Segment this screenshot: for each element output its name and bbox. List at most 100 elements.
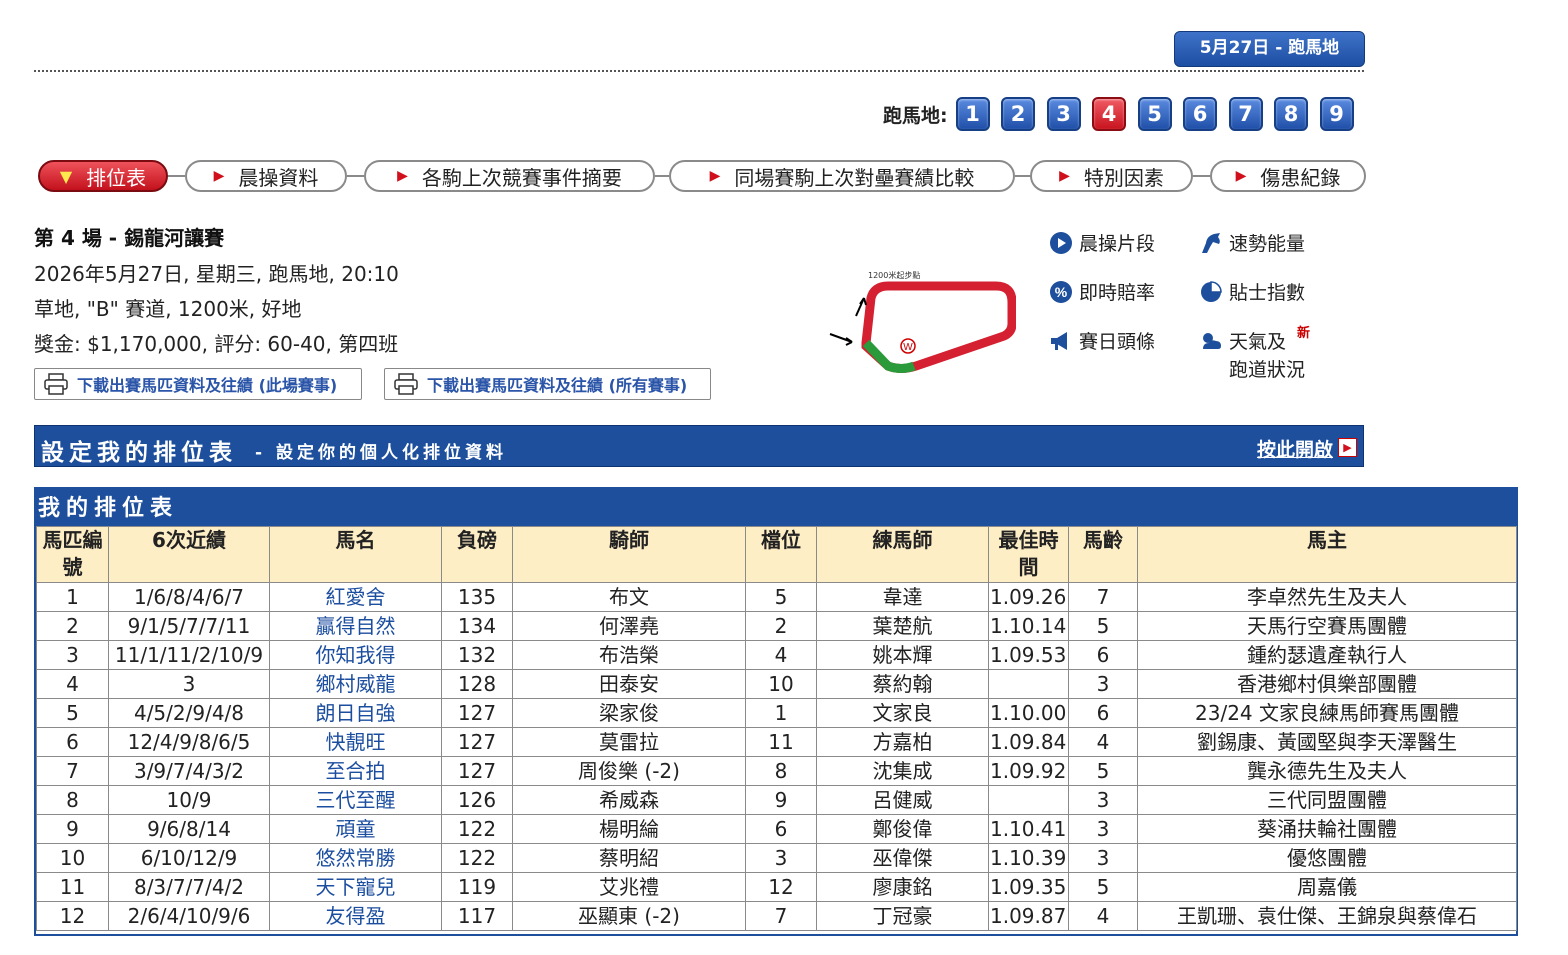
race-button-5[interactable]: 5	[1137, 97, 1172, 131]
cell-last-6-runs: 1/6/8/4/6/7	[108, 582, 270, 612]
cell-horse-no: 2	[36, 611, 109, 641]
race-selector: 跑馬地: 1 2 3 4 5 6 7 8 9	[883, 95, 1365, 133]
cell-last-6-runs: 9/1/5/7/7/11	[108, 611, 270, 641]
cell-horse-name[interactable]: 至合拍	[269, 756, 442, 786]
cell-horse-name[interactable]: 頑童	[269, 814, 442, 844]
cell-horse-name[interactable]: 快靚旺	[269, 727, 442, 757]
open-settings-link[interactable]: 按此開啟	[1257, 435, 1333, 462]
cell-jockey[interactable]: 梁家俊	[512, 698, 746, 728]
cell-horse-name[interactable]: 朗日自強	[269, 698, 442, 728]
cell-jockey[interactable]: 布文	[512, 582, 746, 612]
tab-connector	[347, 175, 364, 177]
cell-jockey[interactable]: 何澤堯	[512, 611, 746, 641]
cell-trainer[interactable]: 廖康銘	[816, 872, 989, 902]
cell-last-6-runs: 9/6/8/14	[108, 814, 270, 844]
cell-horse-name[interactable]: 三代至醒	[269, 785, 442, 815]
cell-trainer[interactable]: 沈集成	[816, 756, 989, 786]
cell-weight: 135	[441, 582, 513, 612]
race-button-7[interactable]: 7	[1228, 97, 1263, 131]
col-draw[interactable]: 檔位	[745, 526, 817, 583]
tab-head-to-head[interactable]: ▶ 同場賽駒上次對壘賽績比較	[669, 160, 1015, 192]
race-button-8[interactable]: 8	[1274, 97, 1309, 131]
race-button-3[interactable]: 3	[1046, 97, 1081, 131]
col-trainer[interactable]: 練馬師	[816, 526, 989, 583]
col-jockey[interactable]: 騎師	[512, 526, 746, 583]
col-age[interactable]: 馬齡	[1068, 526, 1138, 583]
cell-trainer[interactable]: 葉楚航	[816, 611, 989, 641]
cell-trainer[interactable]: 蔡約翰	[816, 669, 989, 699]
cell-owner: 葵涌扶輪社團體	[1137, 814, 1517, 844]
table-row: 10 6/10/12/9 悠然常勝 122 蔡明紹 3 巫偉傑 1.10.39 3 優悠團體	[36, 843, 1517, 873]
cell-horse-name[interactable]: 贏得自然	[269, 611, 442, 641]
col-horse-no[interactable]: 馬匹編號	[36, 526, 109, 583]
cell-horse-name[interactable]: 你知我得	[269, 640, 442, 670]
cell-trainer[interactable]: 文家良	[816, 698, 989, 728]
cell-horse-name[interactable]: 天下寵兒	[269, 872, 442, 902]
cell-trainer[interactable]: 方嘉柏	[816, 727, 989, 757]
table-row: 2 9/1/5/7/7/11 贏得自然 134 何澤堯 2 葉楚航 1.10.14 5 天馬行空賽…	[36, 611, 1517, 641]
cell-horse-name[interactable]: 悠然常勝	[269, 843, 442, 873]
tab-last-race-incidents[interactable]: ▶ 各駒上次競賽事件摘要	[364, 160, 655, 192]
weather-track-link-line2[interactable]: 跑道狀況	[1229, 355, 1305, 382]
cell-horse-no: 1	[36, 582, 109, 612]
cell-trainer[interactable]: 鄭俊偉	[816, 814, 989, 844]
col-weight[interactable]: 負磅	[441, 526, 513, 583]
cell-jockey[interactable]: 布浩榮	[512, 640, 746, 670]
race-button-6[interactable]: 6	[1183, 97, 1218, 131]
arrow-right-icon[interactable]: ▶	[1338, 438, 1357, 457]
cell-trainer[interactable]: 韋達	[816, 582, 989, 612]
cell-age: 3	[1068, 669, 1138, 699]
cell-last-6-runs: 11/1/11/2/10/9	[108, 640, 270, 670]
cell-horse-name[interactable]: 鄉村威龍	[269, 669, 442, 699]
race-button-4[interactable]: 4	[1092, 97, 1127, 131]
download-all-races-button[interactable]: 下載出賽馬匹資料及往績 (所有賽事)	[384, 368, 711, 400]
raceday-news-link[interactable]: 賽日頭條	[1049, 327, 1155, 354]
cell-owner: 優悠團體	[1137, 843, 1517, 873]
cell-jockey[interactable]: 莫雷拉	[512, 727, 746, 757]
track-map-image[interactable]: W	[826, 268, 1016, 378]
race-button-1[interactable]: 1	[955, 97, 990, 131]
download-this-race-button[interactable]: 下載出賽馬匹資料及往績 (此場賽事)	[34, 368, 362, 400]
cell-trainer[interactable]: 姚本輝	[816, 640, 989, 670]
trackwork-video-link[interactable]: 晨操片段	[1049, 229, 1155, 256]
col-best-time[interactable]: 最佳時間	[988, 526, 1069, 583]
cell-jockey[interactable]: 蔡明紹	[512, 843, 746, 873]
cell-draw: 9	[745, 785, 817, 815]
cell-jockey[interactable]: 田泰安	[512, 669, 746, 699]
cell-trainer[interactable]: 丁冠豪	[816, 901, 989, 931]
col-horse-name[interactable]: 馬名	[269, 526, 442, 583]
cell-horse-no: 11	[36, 872, 109, 902]
cell-owner: 鍾約瑟遺產執行人	[1137, 640, 1517, 670]
cell-jockey[interactable]: 周俊樂 (-2)	[512, 756, 746, 786]
cell-trainer[interactable]: 巫偉傑	[816, 843, 989, 873]
tab-injury-records[interactable]: ▶ 傷患紀錄	[1210, 160, 1366, 192]
cell-trainer[interactable]: 呂健威	[816, 785, 989, 815]
cell-jockey[interactable]: 巫顯東 (-2)	[512, 901, 746, 931]
speed-pro-link[interactable]: 速勢能量	[1199, 229, 1305, 256]
cell-horse-name[interactable]: 友得盈	[269, 901, 442, 931]
weather-track-link[interactable]: 天氣及	[1199, 327, 1286, 354]
col-owner[interactable]: 馬主	[1137, 526, 1517, 583]
col-last-6-runs[interactable]: 6次近績	[108, 526, 270, 583]
tab-race-card[interactable]: ▼ 排位表	[38, 160, 168, 192]
table-row: 5 4/5/2/9/4/8 朗日自強 127 梁家俊 1 文家良 1.10.00 6 23/24 …	[36, 698, 1517, 728]
race-course-info: 草地, "B" 賽道, 1200米, 好地	[34, 297, 302, 321]
cell-jockey[interactable]: 艾兆禮	[512, 872, 746, 902]
race-button-2[interactable]: 2	[1001, 97, 1036, 131]
tab-special-factors[interactable]: ▶ 特別因素	[1030, 160, 1193, 192]
cell-jockey[interactable]: 楊明綸	[512, 814, 746, 844]
cell-age: 3	[1068, 843, 1138, 873]
cell-weight: 117	[441, 901, 513, 931]
horse-head-icon	[1199, 231, 1223, 255]
cell-jockey[interactable]: 希威森	[512, 785, 746, 815]
download-label: 下載出賽馬匹資料及往績 (此場賽事)	[77, 376, 338, 395]
race-button-9[interactable]: 9	[1319, 97, 1354, 131]
tab-trackwork[interactable]: ▶ 晨操資料	[185, 160, 347, 192]
race-title: 第 4 場 - 錫龍河讓賽	[34, 226, 225, 250]
tips-index-link[interactable]: 貼士指數	[1199, 278, 1305, 305]
cell-draw: 10	[745, 669, 817, 699]
cell-horse-name[interactable]: 紅愛舍	[269, 582, 442, 612]
cell-owner: 三代同盟團體	[1137, 785, 1517, 815]
table-row: 6 12/4/9/8/6/5 快靚旺 127 莫雷拉 11 方嘉柏 1.09.84 4 劉錫康、黃…	[36, 727, 1517, 757]
live-odds-link[interactable]: % 即時賠率	[1049, 278, 1155, 305]
